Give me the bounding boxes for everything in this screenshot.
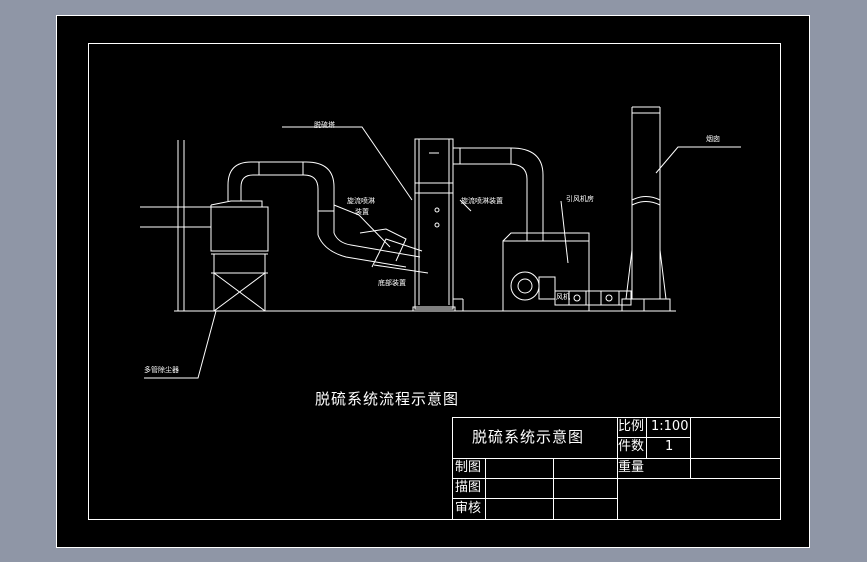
title-block-count-label: 件数 (618, 439, 645, 454)
title-block-drawn-label: 制图 (455, 460, 482, 475)
title-block-scale-label: 比例 (618, 419, 645, 434)
title-block-traced-label: 描图 (455, 480, 482, 495)
title-block (452, 417, 781, 520)
drawing-sheet: 脱硫塔 旋流喷淋 装置 旋流喷淋装置 引风机房 烟囱 底部装置 风机 多管除尘器… (56, 15, 810, 548)
title-block-scale-value: 1:100 (651, 419, 689, 434)
title-block-count-value: 1 (665, 439, 674, 454)
title-block-drawing-name: 脱硫系统示意图 (472, 428, 585, 446)
title-block-checked-label: 审核 (455, 501, 482, 516)
title-block-weight-label: 重量 (618, 460, 645, 475)
